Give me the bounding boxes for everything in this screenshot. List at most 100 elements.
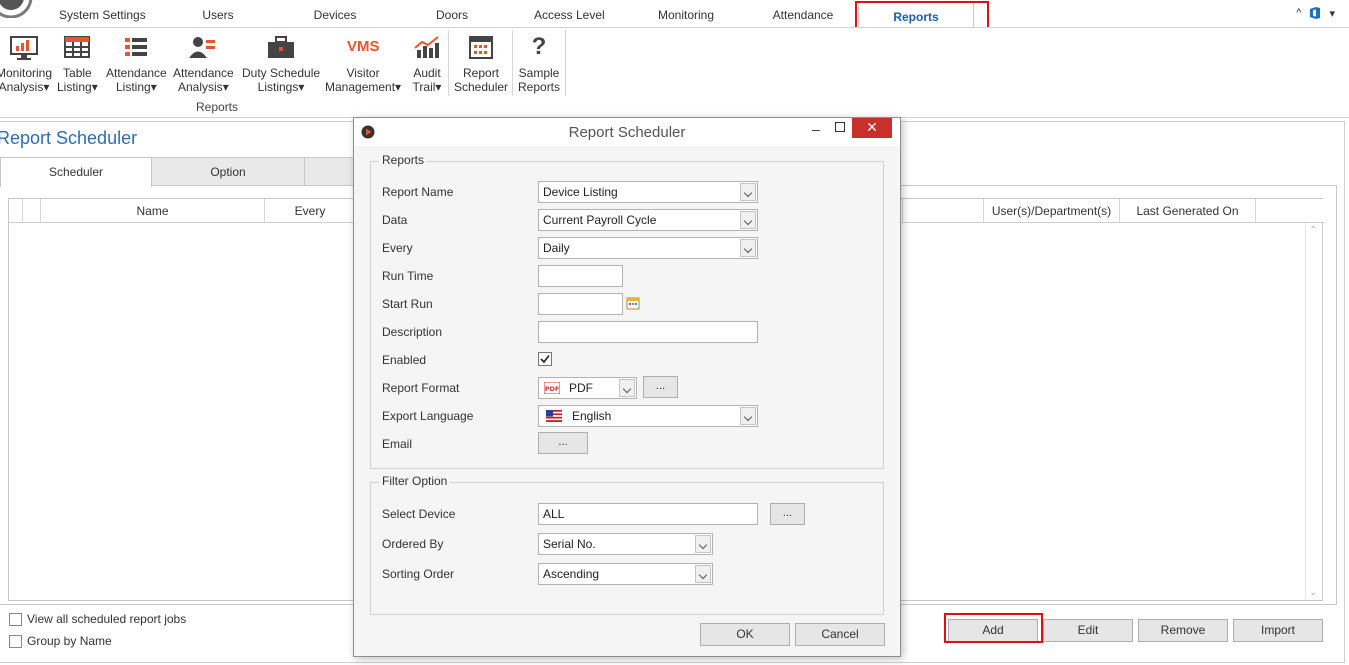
- checkbox-box[interactable]: [9, 634, 22, 648]
- ribbon-label: Monitoring: [0, 66, 53, 80]
- menu-tab-attendance[interactable]: Attendance: [770, 8, 836, 26]
- ribbon-audit-trail-button[interactable]: Audit Trail▾: [411, 34, 443, 94]
- select-device-button[interactable]: ...: [770, 503, 805, 525]
- ribbon-label: Analysis: [178, 80, 223, 94]
- chevron-down-icon[interactable]: [619, 379, 635, 397]
- export-language-label: Export Language: [382, 409, 474, 423]
- select-device-label: Select Device: [382, 507, 456, 521]
- ok-button[interactable]: OK: [700, 623, 790, 646]
- data-label: Data: [382, 213, 408, 227]
- email-recipients-button[interactable]: ...: [538, 432, 588, 454]
- sorting-order-label: Sorting Order: [382, 567, 455, 581]
- chevron-down-icon[interactable]: [695, 565, 711, 583]
- sorting-order-value: Ascending: [543, 567, 600, 581]
- chevron-down-icon[interactable]: [740, 239, 756, 257]
- grid-col-last-generated[interactable]: Last Generated On: [1120, 199, 1256, 223]
- grid-col-select[interactable]: [23, 199, 41, 223]
- menu-tab-access-level[interactable]: Access Level: [534, 8, 605, 26]
- report-format-options-button[interactable]: ...: [643, 376, 678, 398]
- sorting-order-select[interactable]: Ascending: [538, 563, 713, 585]
- menu-tab-system-settings[interactable]: System Settings: [59, 8, 146, 26]
- menu-tab-doors[interactable]: Doors: [434, 8, 470, 26]
- dropdown-arrow-icon: ▾: [298, 80, 305, 94]
- dropdown-arrow-icon: ▾: [91, 80, 98, 94]
- user-list-icon: [189, 37, 216, 58]
- chevron-down-icon[interactable]: [740, 407, 756, 425]
- menu-tab-devices[interactable]: Devices: [313, 8, 357, 26]
- edit-button[interactable]: Edit: [1043, 619, 1133, 642]
- grid-col-hidden[interactable]: [902, 199, 984, 223]
- start-run-input[interactable]: [538, 293, 623, 315]
- ribbon-label: Listing: [116, 80, 151, 94]
- cancel-button[interactable]: Cancel: [795, 623, 885, 646]
- menu-tab-reports[interactable]: Reports: [858, 1, 974, 28]
- import-button[interactable]: Import: [1233, 619, 1323, 642]
- chevron-down-icon[interactable]: ▾: [1329, 7, 1335, 20]
- close-icon[interactable]: ✕: [852, 118, 892, 138]
- tab-scheduler[interactable]: Scheduler: [0, 157, 152, 187]
- data-select[interactable]: Current Payroll Cycle: [538, 209, 758, 231]
- date-picker-icon[interactable]: [626, 296, 640, 310]
- filter-legend: Filter Option: [379, 474, 451, 488]
- office-icon[interactable]: [1309, 6, 1321, 20]
- dropdown-arrow-icon: ▾: [435, 80, 442, 94]
- chevron-down-icon[interactable]: [740, 183, 756, 201]
- question-icon: ?: [531, 33, 547, 60]
- data-value: Current Payroll Cycle: [543, 213, 657, 227]
- select-device-input[interactable]: ALL: [538, 503, 758, 525]
- grid-col-name[interactable]: Name: [41, 199, 265, 223]
- ribbon-duty-schedule-listings-button[interactable]: Duty Schedule Listings▾: [242, 34, 320, 94]
- ribbon-table-listing-button[interactable]: Table Listing▾: [57, 34, 98, 94]
- report-name-value: Device Listing: [543, 185, 618, 199]
- scroll-down-icon[interactable]: ⌄: [1309, 587, 1317, 598]
- ribbon-sample-reports-button[interactable]: ? Sample Reports: [518, 33, 561, 95]
- every-select[interactable]: Daily: [538, 237, 758, 259]
- svg-text:PDF: PDF: [545, 385, 560, 393]
- maximize-icon[interactable]: [835, 122, 845, 132]
- checkbox-box[interactable]: [9, 612, 22, 626]
- ribbon-label: Sample: [518, 66, 560, 80]
- ribbon-label: Audit: [413, 66, 441, 80]
- ribbon-report-scheduler-button[interactable]: Report Scheduler: [454, 34, 508, 94]
- ribbon-label: Reports: [518, 80, 561, 94]
- menu-tab-monitoring[interactable]: Monitoring: [654, 8, 718, 26]
- ribbon-monitoring-analysis-button[interactable]: Monitoring Analysis▾: [0, 34, 52, 94]
- report-format-select[interactable]: PDF PDF: [538, 377, 637, 399]
- ordered-by-select[interactable]: Serial No.: [538, 533, 713, 555]
- remove-button[interactable]: Remove: [1138, 619, 1228, 642]
- tab-option[interactable]: Option: [151, 157, 305, 186]
- scroll-up-icon[interactable]: ⌃: [1309, 225, 1317, 236]
- chevron-down-icon[interactable]: [740, 211, 756, 229]
- description-label: Description: [382, 325, 443, 339]
- ordered-by-value: Serial No.: [543, 537, 596, 551]
- checkbox-label: Group by Name: [27, 634, 112, 648]
- start-run-label: Start Run: [382, 297, 433, 311]
- grid-col-users-departments[interactable]: User(s)/Department(s): [984, 199, 1120, 223]
- description-input[interactable]: [538, 321, 758, 343]
- ribbon-attendance-listing-button[interactable]: Attendance Listing▾: [106, 34, 167, 94]
- dialog-titlebar[interactable]: Report Scheduler – ✕: [354, 118, 900, 146]
- ribbon-label: Attendance: [106, 66, 167, 80]
- grid-scrollbar[interactable]: ⌃ ⌄: [1305, 223, 1322, 600]
- run-time-input[interactable]: [538, 265, 623, 287]
- view-all-jobs-checkbox[interactable]: View all scheduled report jobs: [9, 612, 186, 626]
- enabled-checkbox[interactable]: [538, 352, 552, 366]
- ribbon-attendance-analysis-button[interactable]: Attendance Analysis▾: [173, 34, 234, 94]
- menu-tab-users[interactable]: Users: [200, 8, 236, 26]
- tab-extra[interactable]: [304, 157, 354, 186]
- add-button[interactable]: Add: [948, 619, 1038, 642]
- report-name-select[interactable]: Device Listing: [538, 181, 758, 203]
- group-by-name-checkbox[interactable]: Group by Name: [9, 634, 112, 648]
- ribbon-label: Report: [463, 66, 500, 80]
- email-label: Email: [382, 437, 413, 451]
- minimize-icon[interactable]: –: [812, 121, 820, 137]
- ribbon-visitor-management-button[interactable]: VMS Visitor Management▾: [325, 34, 401, 94]
- export-language-select[interactable]: English: [538, 405, 758, 427]
- checkbox-label: View all scheduled report jobs: [27, 612, 187, 626]
- enabled-label: Enabled: [382, 353, 427, 367]
- grid-col-every[interactable]: Every: [265, 199, 355, 223]
- ribbon-label: Management: [325, 80, 396, 94]
- dropdown-arrow-icon: ▾: [43, 80, 50, 94]
- chevron-down-icon[interactable]: [695, 535, 711, 553]
- collapse-ribbon-icon[interactable]: ^: [1296, 7, 1301, 19]
